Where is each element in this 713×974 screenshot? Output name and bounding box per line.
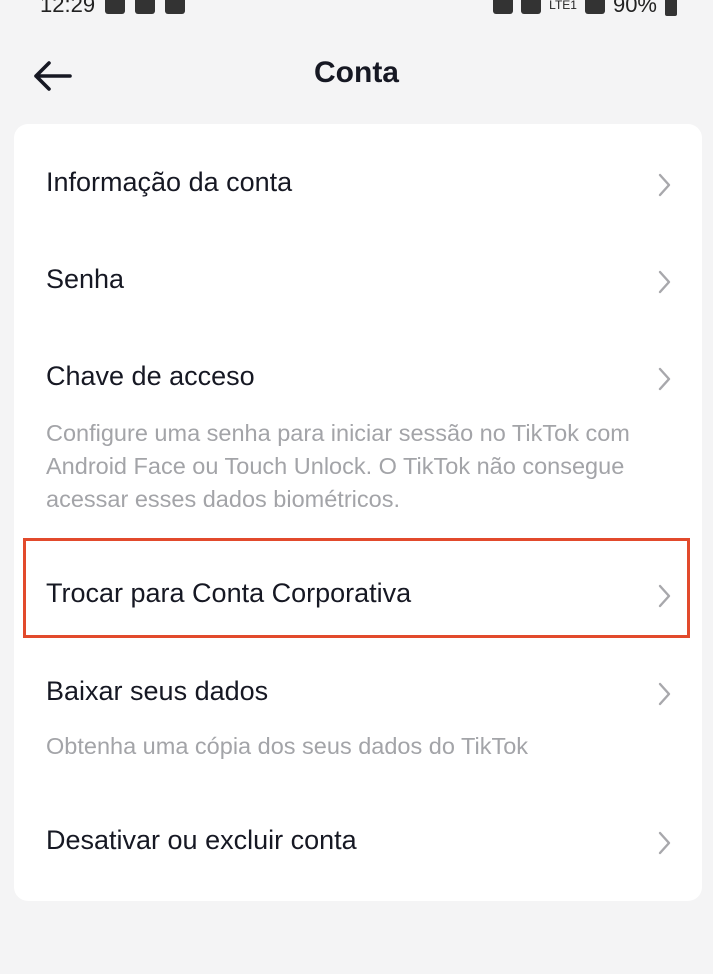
menu-item-label: Trocar para Conta Corporativa	[46, 578, 412, 608]
menu-item-label: Informação da conta	[46, 167, 293, 197]
menu-item-label: Baixar seus dados	[46, 676, 269, 706]
wifi-icon	[521, 0, 542, 14]
notification-icon	[165, 0, 186, 14]
menu-item-switch-business[interactable]: Trocar para Conta Corporativa	[14, 542, 702, 638]
chevron-right-icon	[658, 367, 671, 391]
status-time: 12:29	[40, 0, 96, 17]
menu-item-deactivate-delete[interactable]: Desativar ou excluir conta	[14, 788, 702, 888]
menu-item-password[interactable]: Senha	[14, 234, 702, 329]
chevron-right-icon	[658, 584, 671, 608]
menu-item-label: Chave de acceso	[46, 361, 255, 391]
battery-icon	[665, 0, 677, 16]
chevron-right-icon	[658, 173, 671, 197]
status-left: 12:29	[40, 0, 186, 18]
menu-item-passkey[interactable]: Chave de acceso Configure uma senha para…	[14, 329, 702, 529]
header: Conta	[0, 40, 713, 112]
network-label: LTE1	[549, 0, 577, 12]
alarm-icon	[135, 0, 156, 14]
page-title: Conta	[314, 56, 399, 89]
menu-item-download-data[interactable]: Baixar seus dados Obtenha uma cópia dos …	[14, 638, 702, 788]
mute-icon	[493, 0, 514, 14]
menu-item-account-info[interactable]: Informação da conta	[14, 134, 702, 234]
menu-item-label: Senha	[46, 264, 125, 294]
battery-percent: 90%	[612, 0, 657, 17]
signal-icon	[584, 0, 605, 14]
menu-item-description: Configure uma senha para iniciar sessão …	[46, 420, 630, 512]
chevron-right-icon	[658, 682, 671, 706]
menu-item-label: Desativar ou excluir conta	[46, 825, 357, 855]
menu-item-description: Obtenha uma cópia dos seus dados do TikT…	[46, 733, 529, 759]
account-menu: Informação da conta Senha Chave de acces…	[14, 124, 702, 901]
gallery-icon	[105, 0, 126, 14]
chevron-right-icon	[658, 270, 671, 294]
status-bar: 12:29 LTE1 90%	[0, 0, 713, 18]
chevron-right-icon	[658, 831, 671, 855]
status-right: LTE1 90%	[493, 0, 677, 18]
